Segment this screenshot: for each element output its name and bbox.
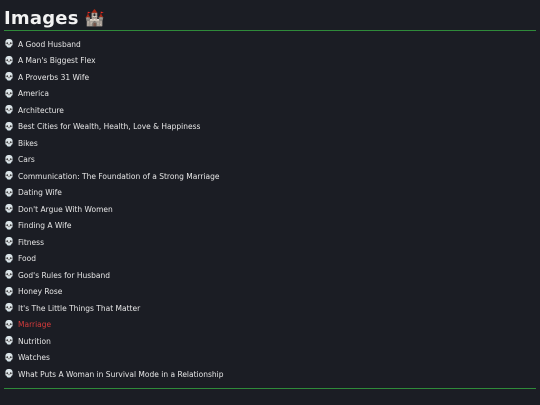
list-item: 💀 Honey Rose bbox=[4, 284, 224, 301]
skull-icon: 💀 bbox=[4, 154, 14, 164]
skull-icon: 💀 bbox=[4, 253, 14, 263]
list-item: 💀 Marriage bbox=[4, 317, 224, 334]
top-divider bbox=[4, 30, 536, 31]
list-item: 💀 Dating Wife bbox=[4, 185, 224, 202]
skull-icon: 💀 bbox=[4, 369, 14, 379]
category-link[interactable]: Communication: The Foundation of a Stron… bbox=[18, 172, 219, 181]
skull-icon: 💀 bbox=[4, 286, 14, 296]
category-link[interactable]: Architecture bbox=[18, 106, 64, 115]
list-item: 💀 Finding A Wife bbox=[4, 218, 224, 235]
category-link[interactable]: Cars bbox=[18, 155, 35, 164]
skull-icon: 💀 bbox=[4, 336, 14, 346]
list-item: 💀 A Man's Biggest Flex bbox=[4, 53, 224, 70]
category-link[interactable]: Food bbox=[18, 254, 36, 263]
category-link[interactable]: God's Rules for Husband bbox=[18, 271, 110, 280]
list-item: 💀 America bbox=[4, 86, 224, 103]
category-link[interactable]: It's The Little Things That Matter bbox=[18, 304, 140, 313]
category-link[interactable]: A Man's Biggest Flex bbox=[18, 56, 96, 65]
category-link[interactable]: America bbox=[18, 89, 49, 98]
skull-icon: 💀 bbox=[4, 138, 14, 148]
image-category-list: 💀 A Good Husband 💀 A Man's Biggest Flex 💀 A P… bbox=[4, 36, 224, 383]
list-item: 💀 Don't Argue With Women bbox=[4, 201, 224, 218]
list-item: 💀 God's Rules for Husband bbox=[4, 267, 224, 284]
list-item: 💀 Communication: The Foundation of a Stro… bbox=[4, 168, 224, 185]
skull-icon: 💀 bbox=[4, 88, 14, 98]
category-link[interactable]: A Proverbs 31 Wife bbox=[18, 73, 89, 82]
category-link[interactable]: Fitness bbox=[18, 238, 44, 247]
skull-icon: 💀 bbox=[4, 72, 14, 82]
category-link[interactable]: A Good Husband bbox=[18, 40, 81, 49]
list-item: 💀 Fitness bbox=[4, 234, 224, 251]
list-item: 💀 Architecture bbox=[4, 102, 224, 119]
castle-icon: 🏰 bbox=[84, 8, 105, 27]
list-item: 💀 A Good Husband bbox=[4, 36, 224, 53]
skull-icon: 💀 bbox=[4, 105, 14, 115]
list-item: 💀 Best Cities for Wealth, Health, Love & … bbox=[4, 119, 224, 136]
page: Images 🏰 💀 A Good Husband 💀 A Man's Biggest… bbox=[0, 0, 540, 405]
category-link[interactable]: Honey Rose bbox=[18, 287, 62, 296]
skull-icon: 💀 bbox=[4, 237, 14, 247]
skull-icon: 💀 bbox=[4, 319, 14, 329]
list-item: 💀 Food bbox=[4, 251, 224, 268]
skull-icon: 💀 bbox=[4, 204, 14, 214]
list-item: 💀 A Proverbs 31 Wife bbox=[4, 69, 224, 86]
skull-icon: 💀 bbox=[4, 121, 14, 131]
list-item: 💀 Nutrition bbox=[4, 333, 224, 350]
page-title: Images bbox=[4, 7, 79, 29]
skull-icon: 💀 bbox=[4, 303, 14, 313]
page-header: Images 🏰 bbox=[4, 6, 105, 30]
bottom-divider bbox=[4, 388, 536, 389]
category-link[interactable]: Don't Argue With Women bbox=[18, 205, 113, 214]
skull-icon: 💀 bbox=[4, 352, 14, 362]
list-item: 💀 Bikes bbox=[4, 135, 224, 152]
skull-icon: 💀 bbox=[4, 187, 14, 197]
category-link[interactable]: Nutrition bbox=[18, 337, 51, 346]
skull-icon: 💀 bbox=[4, 171, 14, 181]
category-link[interactable]: Bikes bbox=[18, 139, 38, 148]
category-link[interactable]: Finding A Wife bbox=[18, 221, 71, 230]
category-link[interactable]: Watches bbox=[18, 353, 50, 362]
category-link[interactable]: What Puts A Woman in Survival Mode in a … bbox=[18, 370, 224, 379]
category-link[interactable]: Best Cities for Wealth, Health, Love & H… bbox=[18, 122, 200, 131]
list-item: 💀 What Puts A Woman in Survival Mode in a… bbox=[4, 366, 224, 383]
skull-icon: 💀 bbox=[4, 55, 14, 65]
list-item: 💀 Watches bbox=[4, 350, 224, 367]
skull-icon: 💀 bbox=[4, 39, 14, 49]
skull-icon: 💀 bbox=[4, 270, 14, 280]
list-item: 💀 It's The Little Things That Matter bbox=[4, 300, 224, 317]
list-item: 💀 Cars bbox=[4, 152, 224, 169]
skull-icon: 💀 bbox=[4, 220, 14, 230]
category-link[interactable]: Dating Wife bbox=[18, 188, 62, 197]
category-link[interactable]: Marriage bbox=[18, 320, 51, 329]
